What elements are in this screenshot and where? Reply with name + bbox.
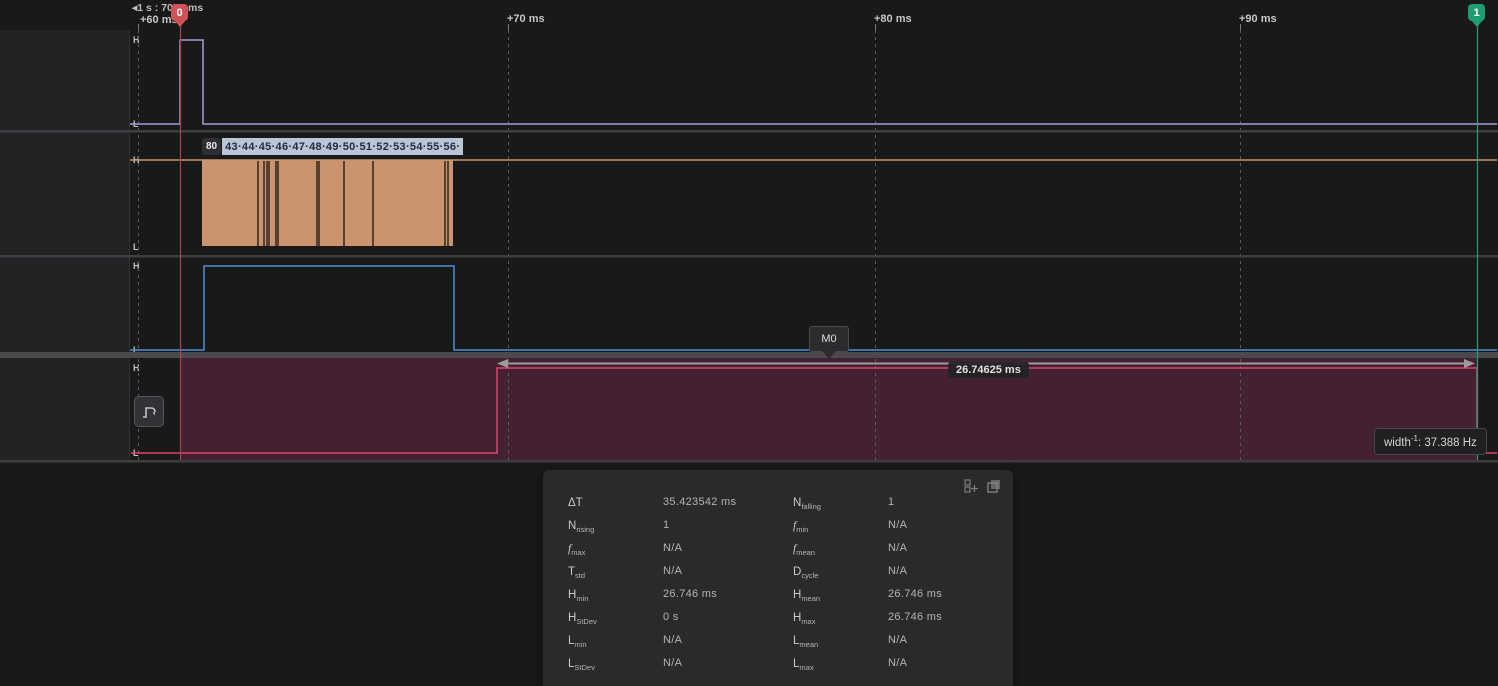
measurement-label: fmax bbox=[568, 539, 663, 557]
grid-add-icon[interactable] bbox=[964, 479, 978, 493]
m0-balloon-tail bbox=[822, 351, 836, 359]
measurement-label: LStDev bbox=[568, 654, 663, 672]
measurement-value: N/A bbox=[663, 634, 793, 646]
measurement-label: Lmax bbox=[793, 654, 888, 672]
measurement-label: Nfalling bbox=[793, 493, 888, 511]
measurement-value: N/A bbox=[888, 657, 1013, 669]
waveform-a6-load-array bbox=[130, 40, 1497, 124]
measurement-value: 26.746 ms bbox=[888, 611, 1013, 623]
decoded-byte-row[interactable]: 80 43·44·45·46·47·48·49·50·51·52·53·54·5… bbox=[202, 138, 463, 155]
measurement-value: N/A bbox=[888, 542, 1013, 554]
measurement-label: HStDev bbox=[568, 608, 663, 626]
trigger-pulse-icon bbox=[140, 403, 158, 421]
measurement-rows: ΔT35.423542 msNfalling1Nrising1fminN/Afm… bbox=[543, 470, 1013, 675]
timing-marker-1-pin[interactable]: 1 bbox=[1468, 4, 1486, 27]
decoded-byte-first[interactable]: 80 bbox=[202, 138, 221, 155]
measurement-label: fmean bbox=[793, 539, 888, 557]
measurement-label: Dcycle bbox=[793, 562, 888, 580]
timing-marker-0-pin[interactable]: 0 bbox=[171, 4, 189, 27]
freq-tooltip-sup: -1 bbox=[1411, 434, 1418, 443]
logic-analyzer-app: ◂1 s : 70 ms +60 ms +70 ms +80 ms +90 ms… bbox=[0, 0, 1498, 686]
measurement-label: Nrising bbox=[568, 516, 663, 534]
measurement-label: Lmean bbox=[793, 631, 888, 649]
measurement-value: N/A bbox=[663, 565, 793, 577]
channel-separator bbox=[0, 352, 1498, 358]
measurement-label: ΔT bbox=[568, 493, 663, 511]
measurement-value: N/A bbox=[663, 542, 793, 554]
measurement-value: 1 bbox=[888, 496, 1013, 508]
measurement-row: LStDevN/ALmaxN/A bbox=[568, 652, 1013, 675]
measurement-width-label[interactable]: 26.74625 ms bbox=[948, 362, 1029, 378]
measurement-row: HStDev0 sHmax26.746 ms bbox=[568, 605, 1013, 628]
freq-tooltip-rest: : 37.388 Hz bbox=[1418, 437, 1477, 449]
channel-label-column-bg bbox=[0, 30, 129, 461]
timing-marker-1-tail bbox=[1471, 20, 1483, 27]
measurement-value: 35.423542 ms bbox=[663, 496, 793, 508]
measurement-value: N/A bbox=[888, 634, 1013, 646]
measurement-value: 26.746 ms bbox=[888, 588, 1013, 600]
panel-toolbar bbox=[964, 479, 1001, 493]
measurement-value: N/A bbox=[888, 519, 1013, 531]
measurement-row: Hmin26.746 msHmean26.746 ms bbox=[568, 582, 1013, 605]
frequency-tooltip: width-1: 37.388 Hz bbox=[1374, 428, 1487, 455]
measurement-label: Hmin bbox=[568, 585, 663, 603]
measurement-label: Lmin bbox=[568, 631, 663, 649]
measurement-label: Hmax bbox=[793, 608, 888, 626]
byte-stream[interactable]: 43·44·45·46·47·48·49·50·51·52·53·54·55·5… bbox=[222, 138, 463, 155]
measurement-row: Nrising1fminN/A bbox=[568, 513, 1013, 536]
measurement-value: N/A bbox=[888, 565, 1013, 577]
measurement-m0-balloon[interactable]: M0 bbox=[809, 326, 849, 352]
measurement-value: 1 bbox=[663, 519, 793, 531]
measurement-row: TstdN/ADcycleN/A bbox=[568, 559, 1013, 582]
measurement-row: fmaxN/AfmeanN/A bbox=[568, 536, 1013, 559]
timing-marker-1-label[interactable]: 1 bbox=[1468, 4, 1485, 21]
measurement-m0-label: M0 bbox=[821, 333, 836, 345]
measurement-panel: ΔT35.423542 msNfalling1Nrising1fminN/Afm… bbox=[543, 470, 1013, 686]
timing-marker-0-label[interactable]: 0 bbox=[171, 4, 188, 21]
measurement-label: Tstd bbox=[568, 562, 663, 580]
channel-separator bbox=[0, 460, 1498, 463]
copy-icon[interactable] bbox=[987, 479, 1001, 493]
measurement-row: ΔT35.423542 msNfalling1 bbox=[568, 490, 1013, 513]
channel-separator bbox=[0, 130, 1498, 133]
freq-tooltip-base: width bbox=[1384, 437, 1411, 449]
lcd-measured-region[interactable] bbox=[180, 358, 1477, 460]
trigger-button[interactable] bbox=[134, 396, 164, 427]
measurement-row: LminN/ALmeanN/A bbox=[568, 629, 1013, 652]
timing-marker-0-tail bbox=[174, 20, 186, 27]
measurement-value: 26.746 ms bbox=[663, 588, 793, 600]
measurement-value: N/A bbox=[663, 657, 793, 669]
measurement-value: 0 s bbox=[663, 611, 793, 623]
measurement-label: Hmean bbox=[793, 585, 888, 603]
channel-separator bbox=[0, 255, 1498, 258]
measurement-label: fmin bbox=[793, 516, 888, 534]
waveform-c6-tx-burst bbox=[202, 160, 453, 246]
